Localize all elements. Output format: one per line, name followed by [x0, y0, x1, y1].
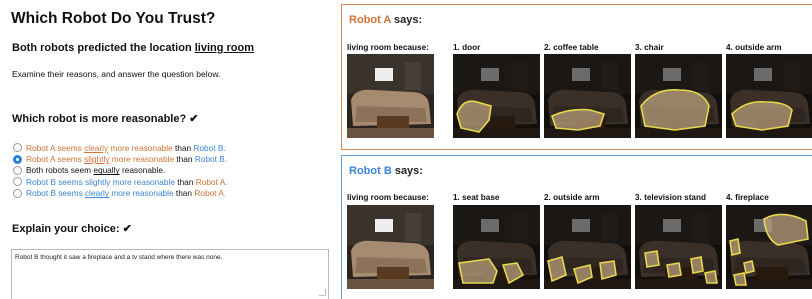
explanation-text: Robot B thought it saw a fireplace and a… [15, 254, 223, 261]
choice-option-text: Robot B seems slightly more reasonable [26, 176, 178, 187]
instructions: Examine their reasons, and answer the qu… [12, 69, 221, 79]
choice-option-label: Robot B seems slightly more reasonable t… [26, 177, 228, 187]
radio-button[interactable] [13, 165, 22, 175]
choice-option-label: Robot A seems slightly more reasonable t… [26, 154, 227, 164]
robot-a-reason-label: 4. outside arm [726, 43, 782, 52]
robot-b-reason-image [453, 205, 540, 289]
choice-option-text: clearly [84, 142, 109, 153]
robot-b-title: Robot B says: [349, 165, 423, 177]
choice-option-label: Robot A seems clearly more reasonable th… [26, 143, 226, 153]
choice-option-text: Robot A. [192, 188, 227, 199]
choice-radio-group: Robot A seems clearly more reasonable th… [13, 142, 228, 199]
robot-a-reason-label: 2. coffee table [544, 43, 599, 52]
survey-form: Which Robot Do You Trust? Both robots pr… [0, 0, 335, 299]
choice-option-text: than [176, 154, 193, 165]
robot-a-reason-image [544, 54, 631, 138]
robot-b-reason-label: 3. television stand [635, 193, 706, 202]
choice-option-text: Robot A seems [26, 142, 85, 153]
choice-option-text: Robot B. [191, 142, 226, 153]
choice-option[interactable]: Robot B seems clearly more reasonable th… [13, 188, 228, 199]
choice-option[interactable]: Robot A seems clearly more reasonable th… [13, 142, 228, 153]
robot-a-reason-image [453, 54, 540, 138]
choice-option[interactable]: Robot B seems slightly more reasonable t… [13, 176, 228, 187]
explanation-textarea[interactable]: Robot B thought it saw a fireplace and a… [11, 249, 329, 299]
choice-option-text: more reasonable [108, 142, 175, 153]
robot-a-says: says: [390, 14, 423, 26]
robot-a-title: Robot A says: [349, 14, 422, 26]
robot-a-name: Robot A [349, 14, 391, 26]
choice-option-text: Robot B. [192, 154, 228, 165]
robot-a-reason-image [635, 54, 722, 138]
radio-button[interactable] [13, 143, 22, 153]
robot-a-because-label: living room because: [347, 43, 429, 52]
choice-option-label: Both robots seem equally reasonable. [26, 165, 165, 175]
robot-b-reason-label: 2. outside arm [544, 193, 600, 202]
choice-option-text: Robot A seems [26, 154, 85, 165]
choice-option-text: Both robots seem [26, 165, 94, 176]
choice-option[interactable]: Both robots seem equally reasonable. [13, 165, 228, 176]
prediction-prefix: Both robots predicted the location [12, 42, 195, 54]
choice-option-text: Robot B seems [26, 188, 86, 199]
radio-button[interactable] [13, 188, 22, 198]
robot-b-reason-image [544, 205, 631, 289]
choice-option-text: equally [93, 165, 120, 176]
robot-a-panel: Robot A says: living room because: 1. doo… [341, 4, 812, 150]
robot-b-name: Robot B [349, 165, 392, 177]
radio-button[interactable] [13, 177, 22, 187]
choice-option-text: more reasonable [109, 154, 177, 165]
robot-a-reason-image [726, 54, 812, 138]
choice-option-text: more reasonable [109, 188, 176, 199]
choice-option-text: than [175, 188, 193, 199]
robot-b-because-label: living room because: [347, 193, 429, 202]
robot-a-scene-image [347, 54, 434, 138]
radio-button[interactable] [13, 154, 22, 164]
robot-b-panel: Robot B says: living room because: 1. sea… [341, 155, 812, 299]
robot-b-reason-image [635, 205, 722, 289]
choice-option-text: Robot A. [193, 176, 228, 187]
choice-option-text: reasonable. [119, 165, 166, 176]
predicted-location: living room [194, 42, 255, 54]
robot-b-reason-label: 1. seat base [453, 193, 500, 202]
choice-option[interactable]: Robot A seems slightly more reasonable t… [13, 153, 228, 164]
robot-b-says: says: [391, 165, 423, 177]
robot-b-reason-label: 4. fireplace [726, 193, 769, 202]
robot-b-reason-image [726, 205, 812, 289]
robot-b-scene-image [347, 205, 434, 289]
choice-option-text: than [174, 142, 192, 153]
robot-a-reason-label: 3. chair [635, 43, 664, 52]
choice-option-label: Robot B seems clearly more reasonable th… [26, 188, 226, 198]
choice-option-text: clearly [85, 188, 110, 199]
robot-a-reason-label: 1. door [453, 43, 481, 52]
choice-option-text: slightly [84, 154, 110, 165]
prediction-statement: Both robots predicted the location livin… [12, 42, 254, 54]
question-heading: Which robot is more reasonable? ✔ [12, 113, 199, 125]
resize-handle[interactable] [319, 289, 326, 296]
explain-label: Explain your choice: ✔ [12, 223, 132, 235]
page-title: Which Robot Do You Trust? [11, 10, 216, 27]
choice-option-text: than [177, 176, 194, 187]
